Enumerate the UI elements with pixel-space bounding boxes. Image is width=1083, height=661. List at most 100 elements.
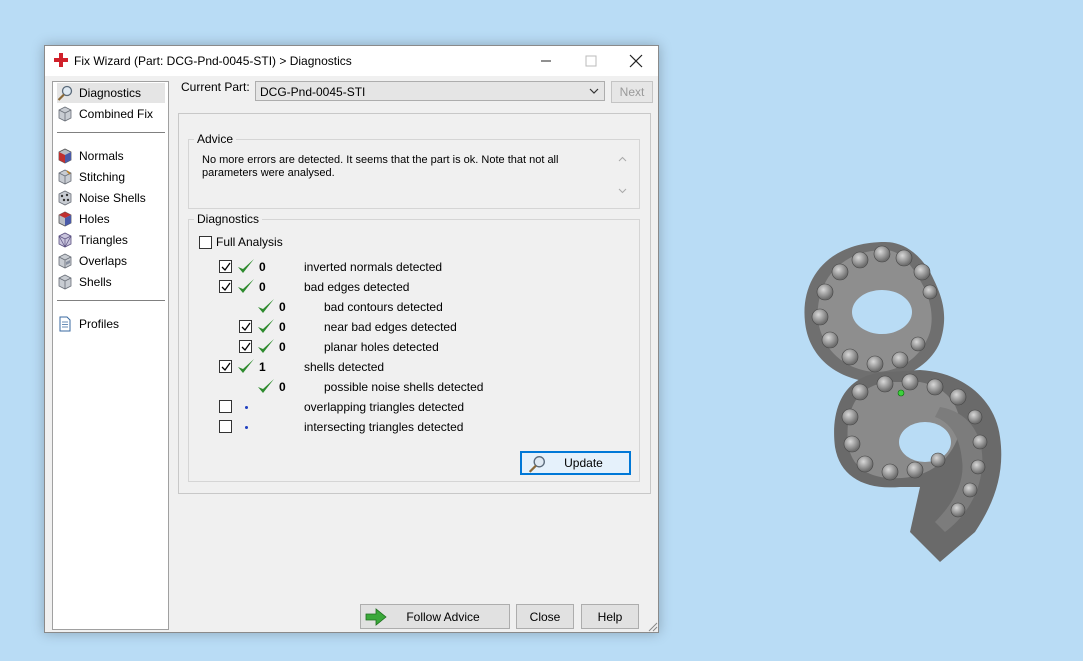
- diagnostic-row: overlapping triangles detected: [179, 398, 639, 416]
- close-button[interactable]: Close: [516, 604, 574, 629]
- sidebar-item-label: Stitching: [79, 170, 126, 184]
- sidebar-item-normals[interactable]: Normals: [57, 146, 165, 166]
- advice-title: Advice: [194, 132, 237, 146]
- diagnostic-label: bad edges detected: [304, 280, 410, 294]
- diagnostic-checkbox[interactable]: [219, 400, 232, 413]
- help-button[interactable]: Help: [581, 604, 639, 629]
- sidebar-item-overlaps[interactable]: Overlaps: [57, 251, 165, 271]
- diagnostic-label: overlapping triangles detected: [304, 400, 465, 414]
- diagnostic-label: planar holes detected: [324, 340, 439, 354]
- help-button-label: Help: [597, 609, 623, 624]
- diagnostic-label: intersecting triangles detected: [304, 420, 464, 434]
- scroll-up-icon[interactable]: [618, 156, 627, 162]
- sidebar-item-label: Overlaps: [79, 254, 128, 268]
- green-check-icon: [258, 319, 274, 333]
- advice-text: No more errors are detected. It seems th…: [202, 154, 559, 179]
- close-window-button[interactable]: [613, 46, 659, 76]
- maximize-button[interactable]: [568, 46, 614, 76]
- full-analysis-checkbox[interactable]: [199, 235, 212, 249]
- sidebar-item-stitching[interactable]: Stitching: [57, 167, 165, 187]
- sidebar-item-label: Combined Fix: [79, 107, 154, 121]
- diagnostic-label: near bad edges detected: [324, 320, 457, 334]
- part-3d-model: [804, 242, 1002, 562]
- full-analysis-option[interactable]: Full Analysis: [199, 235, 283, 249]
- maximize-icon: [585, 55, 597, 67]
- diagnostic-checkbox[interactable]: [219, 260, 232, 273]
- current-part-select[interactable]: DCG-Pnd-0045-STI: [255, 81, 605, 101]
- current-part-label: Current Part:: [181, 80, 250, 94]
- chevron-down-icon: [589, 88, 599, 94]
- next-button[interactable]: Next: [611, 81, 653, 103]
- diagnostic-row: 0 bad edges detected: [179, 278, 639, 296]
- red-cross-icon: [54, 53, 68, 67]
- sidebar-item-shells[interactable]: Shells: [57, 272, 165, 292]
- minimize-button[interactable]: [523, 46, 569, 76]
- diagnostic-checkbox[interactable]: [219, 360, 232, 373]
- magnifier-icon: [57, 85, 73, 101]
- green-check-icon: [258, 379, 274, 393]
- sidebar-item-label: Triangles: [79, 233, 128, 247]
- close-icon: [629, 54, 643, 68]
- holes-cube-icon: [58, 211, 72, 227]
- update-button[interactable]: Update: [520, 451, 631, 475]
- sidebar-item-triangles[interactable]: Triangles: [57, 230, 165, 250]
- sidebar-item-label: Shells: [79, 275, 112, 289]
- next-button-label: Next: [619, 85, 645, 99]
- diagnostic-checkbox[interactable]: [219, 280, 232, 293]
- title-bar[interactable]: Fix Wizard (Part: DCG-Pnd-0045-STI) > Di…: [45, 46, 658, 76]
- shells-cube-icon: [58, 274, 72, 290]
- diagnostic-checkbox[interactable]: [239, 320, 252, 333]
- green-check-icon: [258, 299, 274, 313]
- stitching-cube-icon: [58, 169, 72, 185]
- not-analysed-dot-icon: [245, 426, 248, 429]
- diagnostic-row: 0 bad contours detected: [179, 298, 639, 316]
- close-button-label: Close: [529, 609, 561, 624]
- diagnostic-row: 0 planar holes detected: [179, 338, 639, 356]
- triangles-cube-icon: [58, 232, 72, 248]
- cube-icon: [58, 106, 72, 122]
- diagnostic-checkbox[interactable]: [219, 420, 232, 433]
- sidebar-divider: [57, 132, 165, 133]
- sidebar-item-label: Diagnostics: [79, 86, 142, 100]
- green-check-icon: [258, 339, 274, 353]
- diagnostic-row: 0 possible noise shells detected: [179, 378, 639, 396]
- sidebar-item-noise-shells[interactable]: Noise Shells: [57, 188, 165, 208]
- diagnostic-count: 1: [259, 360, 266, 374]
- full-analysis-label: Full Analysis: [216, 235, 283, 249]
- checkmark-icon: [241, 322, 251, 331]
- follow-advice-label: Follow Advice: [406, 609, 480, 624]
- magnifier-icon: [528, 456, 545, 473]
- diagnostic-row: intersecting triangles detected: [179, 418, 639, 436]
- sidebar-item-label: Normals: [79, 149, 124, 163]
- checkmark-icon: [221, 282, 231, 291]
- diagnostics-title: Diagnostics: [194, 212, 263, 226]
- sidebar-item-holes[interactable]: Holes: [57, 209, 165, 229]
- diagnostic-checkbox[interactable]: [239, 340, 252, 353]
- sidebar-item-diagnostics[interactable]: Diagnostics: [57, 83, 165, 103]
- diagnostic-label: shells detected: [304, 360, 385, 374]
- minimize-icon: [541, 60, 551, 62]
- checkmark-icon: [221, 362, 231, 371]
- sidebar-item-label: Profiles: [79, 317, 120, 331]
- normals-cube-icon: [58, 148, 72, 164]
- diagnostic-label: inverted normals detected: [304, 260, 443, 274]
- document-icon: [59, 316, 71, 332]
- follow-advice-button[interactable]: Follow Advice: [360, 604, 510, 629]
- scroll-down-icon[interactable]: [618, 188, 627, 194]
- sidebar-item-label: Holes: [79, 212, 110, 226]
- resize-grip-icon[interactable]: [646, 620, 658, 632]
- update-button-label: Update: [564, 456, 603, 470]
- sidebar-divider: [57, 300, 165, 301]
- sidebar-item-profiles[interactable]: Profiles: [57, 314, 165, 334]
- diagnostic-label: bad contours detected: [324, 300, 443, 314]
- checkmark-icon: [241, 342, 251, 351]
- diagnostic-count: 0: [279, 320, 286, 334]
- fix-wizard-dialog: Fix Wizard (Part: DCG-Pnd-0045-STI) > Di…: [44, 45, 659, 633]
- sidebar-item-combined-fix[interactable]: Combined Fix: [57, 104, 165, 124]
- diagnostic-count: 0: [259, 260, 266, 274]
- diagnostic-count: 0: [279, 300, 286, 314]
- green-check-icon: [238, 359, 254, 373]
- diagnostic-count: 0: [279, 380, 286, 394]
- main-panel: Advice No more errors are detected. It s…: [178, 113, 651, 494]
- sidebar: Diagnostics Combined Fix Normals Stitchi…: [52, 81, 169, 630]
